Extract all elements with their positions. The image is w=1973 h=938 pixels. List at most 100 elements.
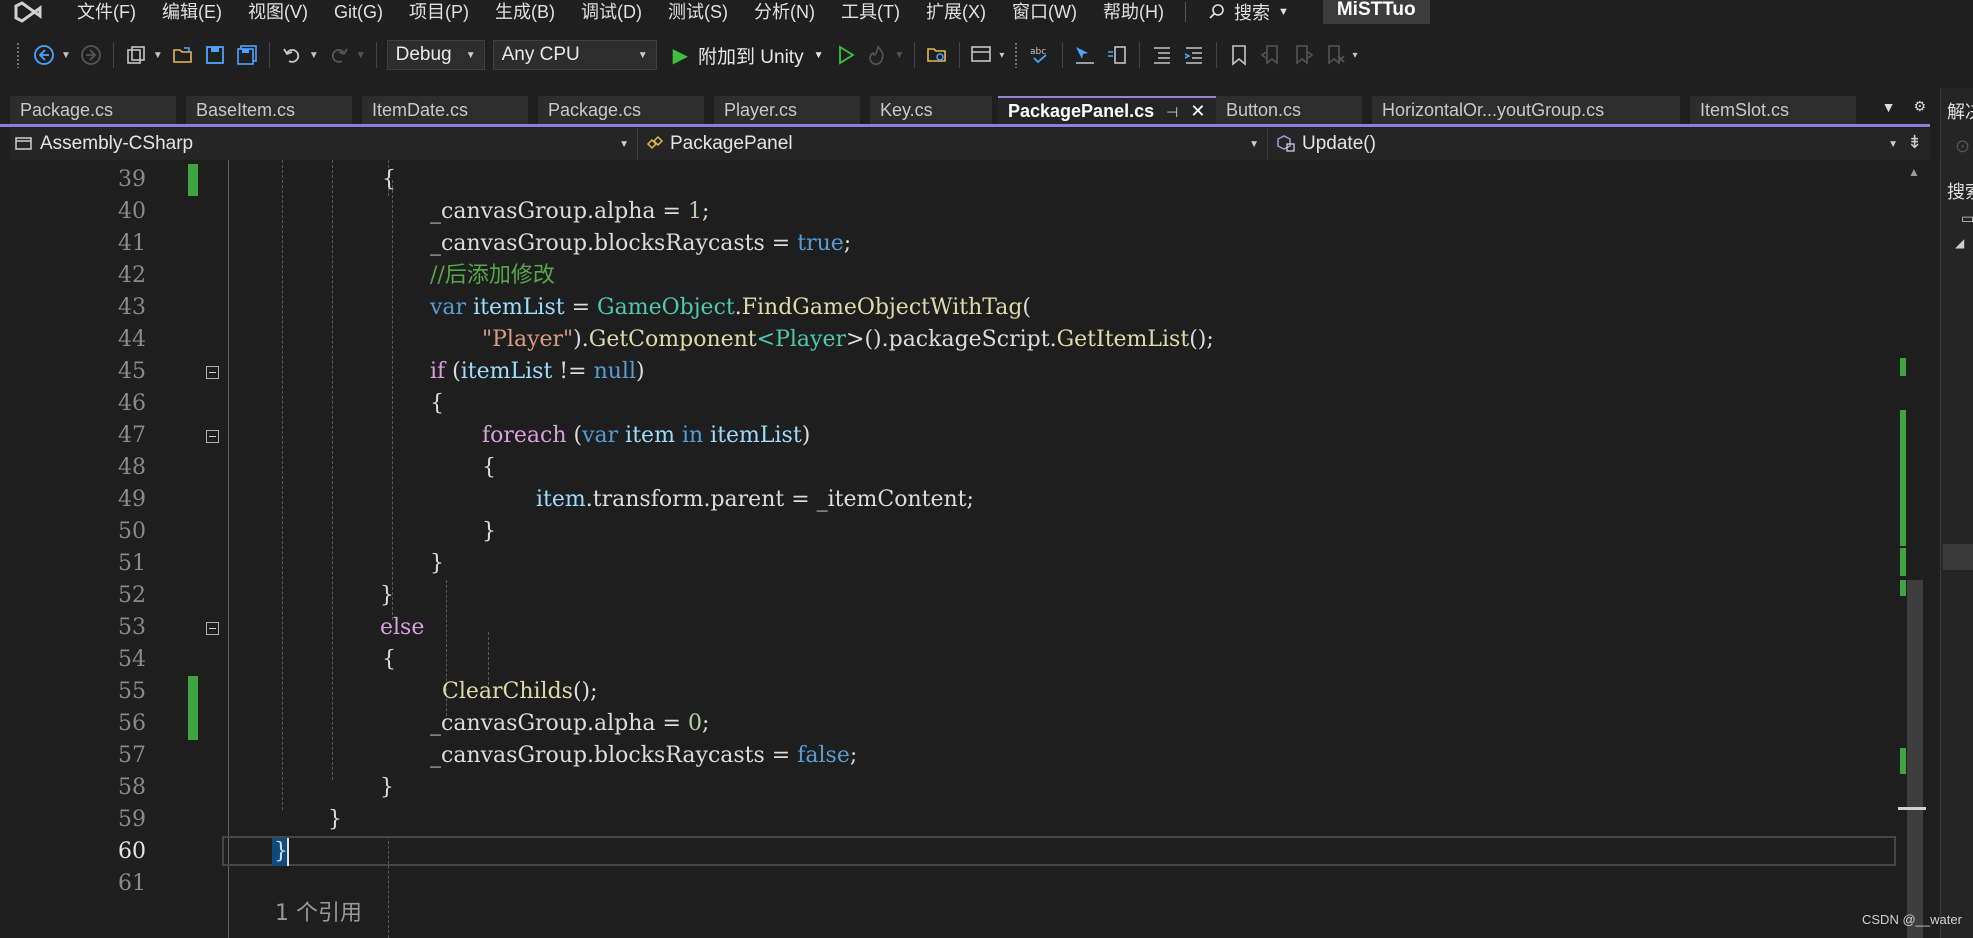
next-bookmark-icon[interactable] — [1290, 39, 1316, 71]
attach-unity-label: 附加到 Unity — [698, 46, 804, 68]
pin-icon[interactable]: ⊣ — [1166, 104, 1178, 120]
line-number: 51 — [118, 551, 146, 576]
menu-help[interactable]: 帮助(H) — [1090, 0, 1177, 24]
menu-debug[interactable]: 调试(D) — [568, 0, 655, 24]
menu-tools[interactable]: 工具(T) — [828, 0, 913, 24]
undo-icon[interactable] — [279, 39, 305, 71]
format-document-icon[interactable] — [1104, 39, 1130, 71]
tab-itemslot-cs[interactable]: ItemSlot.cs — [1690, 96, 1856, 124]
code-line: 59 } — [10, 804, 1898, 836]
start-without-debug-icon[interactable] — [833, 39, 859, 71]
forward-icon[interactable] — [78, 39, 104, 71]
browse-folder-icon[interactable] — [924, 39, 950, 71]
chevron-down-icon[interactable]: ▼ — [153, 50, 163, 61]
chevron-down-icon[interactable]: ▼ — [309, 50, 319, 61]
code-line: 52 } — [10, 580, 1898, 612]
menu-file[interactable]: 文件(F) — [64, 0, 149, 24]
spell-check-icon[interactable]: abc — [1027, 39, 1053, 71]
platform-select[interactable]: Any CPU ▼ — [492, 40, 657, 70]
select-element-icon[interactable] — [1072, 39, 1098, 71]
configuration-select[interactable]: Debug ▼ — [386, 40, 485, 70]
menu-test[interactable]: 测试(S) — [655, 0, 741, 24]
menu-edit[interactable]: 编辑(E) — [149, 0, 235, 24]
code-text: foreach (var item in itemList) — [482, 423, 811, 448]
tab-package-cs-2[interactable]: Package.cs — [538, 96, 704, 124]
solution-explorer-title: 解决 — [1947, 102, 1973, 122]
chevron-down-icon: ▼ — [1277, 6, 1289, 18]
comment-lines-icon[interactable] — [1149, 39, 1175, 71]
line-number: 41 — [118, 231, 146, 256]
settings-icon[interactable]: ⚙ — [1913, 98, 1926, 115]
chevron-down-icon[interactable]: ▼ — [356, 50, 366, 61]
project-dropdown[interactable]: Assembly-CSharp ▼ — [10, 128, 638, 160]
back-icon[interactable] — [31, 39, 57, 71]
toolbar-separator — [1216, 42, 1218, 68]
dropdown-icon[interactable]: ▼ — [1882, 99, 1896, 115]
tab-packagepanel-cs[interactable]: PackagePanel.cs ⊣ ✕ — [998, 96, 1216, 124]
previous-bookmark-icon[interactable] — [1258, 39, 1284, 71]
save-all-icon[interactable] — [234, 39, 260, 71]
open-folder-icon[interactable] — [170, 39, 196, 71]
tab-baseitem-cs[interactable]: BaseItem.cs — [186, 96, 352, 124]
code-line-current: 60 } — [10, 836, 1898, 868]
line-number: 56 — [118, 711, 146, 736]
solution-node-icon[interactable]: ▭ — [1961, 210, 1973, 227]
codelens-references[interactable]: 1 个引用 — [275, 898, 362, 930]
split-editor-icon[interactable]: ⇟ — [1907, 132, 1922, 153]
tab-player-cs[interactable]: Player.cs — [714, 96, 860, 124]
clear-bookmarks-icon[interactable] — [1322, 39, 1348, 71]
tab-button-cs[interactable]: Button.cs — [1216, 96, 1362, 124]
menu-extensions[interactable]: 扩展(X) — [913, 0, 999, 24]
collapse-icon[interactable] — [206, 366, 219, 379]
attach-unity-button[interactable]: ▶ 附加到 Unity ▼ — [673, 42, 824, 69]
chevron-down-icon[interactable]: ▼ — [61, 50, 71, 61]
menu-analyze[interactable]: 分析(N) — [741, 0, 828, 24]
menu-view[interactable]: 视图(V) — [235, 0, 321, 24]
save-icon[interactable] — [202, 39, 228, 71]
menu-build[interactable]: 生成(B) — [482, 0, 568, 24]
toolbar-separator — [268, 42, 270, 68]
new-project-icon[interactable] — [123, 39, 149, 71]
search-menu[interactable]: 搜索 ▼ — [1196, 0, 1301, 25]
tab-tools: ▼ ⚙ — [1882, 98, 1926, 115]
code-text: _canvasGroup.blocksRaycasts = true; — [430, 231, 852, 256]
tab-key-cs[interactable]: Key.cs — [870, 96, 992, 124]
solution-explorer-search[interactable]: 搜索 — [1947, 178, 1973, 204]
tab-package-cs[interactable]: Package.cs — [10, 96, 176, 124]
code-line: 57 _canvasGroup.blocksRaycasts = false; — [10, 740, 1898, 772]
type-dropdown[interactable]: PackagePanel ▼ — [638, 128, 1268, 160]
bookmark-icon[interactable] — [1226, 39, 1252, 71]
chevron-down-icon[interactable]: ▾ — [1352, 50, 1357, 61]
chevron-down-icon: ▼ — [637, 49, 648, 61]
window-layout-icon[interactable] — [969, 39, 995, 71]
vs-logo-icon[interactable] — [14, 0, 46, 24]
chevron-down-icon[interactable]: ▾ — [999, 50, 1004, 61]
scroll-up-icon[interactable]: ▲ — [1908, 165, 1920, 179]
solution-name-badge[interactable]: MiSTTuo — [1322, 0, 1430, 24]
member-dropdown[interactable]: Update() ▼ — [1268, 128, 1906, 160]
overview-change-marker — [1900, 748, 1906, 774]
collapse-icon[interactable] — [206, 430, 219, 443]
vertical-scrollbar[interactable] — [1907, 580, 1923, 938]
back-icon[interactable]: ⊙ — [1955, 136, 1970, 157]
line-number: 50 — [118, 519, 146, 544]
toolbar-grip[interactable] — [1014, 42, 1019, 68]
solution-explorer-selected-row[interactable] — [1943, 544, 1973, 570]
close-icon[interactable]: ✕ — [1190, 101, 1205, 121]
menu-project[interactable]: 项目(P) — [396, 0, 482, 24]
toolbar-separator — [1062, 42, 1064, 68]
hot-reload-icon[interactable] — [865, 39, 891, 71]
toolbar-grip[interactable] — [16, 42, 20, 68]
standard-toolbar: ▼ ▼ ▼ ▼ Debug ▼ Any CPU ▼ ▶ 附加到 Unity ▼ — [0, 34, 1940, 76]
menu-git[interactable]: Git(G) — [321, 0, 396, 24]
tab-label: BaseItem.cs — [196, 100, 296, 120]
code-editor[interactable]: 39 { 40 _canvasGroup.alpha = 1; 41 _canv… — [10, 160, 1898, 938]
chevron-down-icon[interactable]: ▼ — [895, 50, 905, 61]
menu-window[interactable]: 窗口(W) — [999, 0, 1090, 24]
uncomment-lines-icon[interactable] — [1181, 39, 1207, 71]
collapse-icon[interactable] — [206, 622, 219, 635]
expand-arrow-icon[interactable]: ◢ — [1955, 236, 1964, 250]
redo-icon[interactable] — [326, 39, 352, 71]
tab-itemdate-cs[interactable]: ItemDate.cs — [362, 96, 528, 124]
tab-horizontal-layout-group-cs[interactable]: HorizontalOr...youtGroup.cs — [1372, 96, 1680, 124]
